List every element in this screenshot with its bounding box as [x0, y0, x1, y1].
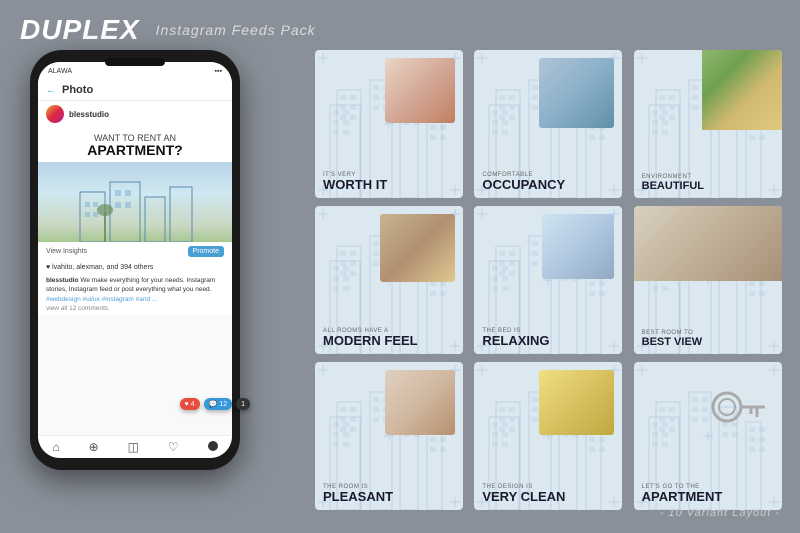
- post-photo-8: [539, 370, 614, 435]
- post-photo-9: [707, 377, 767, 437]
- post-photo-7: [385, 370, 455, 435]
- post-card-3[interactable]: ENVIRONMENTBEAUTIFUL: [634, 50, 782, 198]
- phone-mockup: ALAWA ▪▪▪ ← Photo blesstudio WANT TO REN…: [30, 50, 260, 490]
- post-card-6[interactable]: BEST ROOM TOBEST VIEW: [634, 206, 782, 354]
- building-image: [38, 162, 232, 242]
- search-icon[interactable]: ⊕: [89, 440, 99, 454]
- likes-text: ♥ lvahito, alexman, and 394 others: [46, 264, 153, 271]
- notif-other-count: 1: [241, 401, 245, 408]
- post-photo-2: [539, 58, 614, 128]
- view-comments-text[interactable]: view all 12 comments: [46, 305, 108, 312]
- post-label-big-9: APARTMENT: [642, 490, 774, 504]
- post-label-big-7: PLEASANT: [323, 490, 455, 504]
- post-text-5: THE BED ISRELAXING: [474, 322, 622, 354]
- post-card-7[interactable]: THE ROOM ISPLEASANT: [315, 362, 463, 510]
- post-photo-3: [702, 50, 782, 130]
- hashtags-text: #webdesign #ui/ux #instagram #and ...: [46, 296, 157, 303]
- back-arrow-icon[interactable]: ←: [46, 85, 56, 96]
- avatar: [46, 105, 64, 123]
- notif-comments: 💬12: [204, 398, 233, 410]
- likes-area: ♥ lvahito, alexman, and 394 others: [38, 261, 232, 274]
- header: DUPLEX Instagram Feeds Pack: [20, 14, 316, 46]
- post-label-big-2: OCCUPANCY: [482, 178, 614, 192]
- post-photo-5: [542, 214, 614, 279]
- building-svg: [75, 172, 195, 242]
- promote-button[interactable]: Promote: [188, 246, 224, 257]
- status-text: ALAWA: [48, 68, 72, 75]
- post-text-4: ALL ROOMS HAVE AMODERN FEEL: [315, 322, 463, 354]
- post-text-1: IT'S VERYWORTH IT: [315, 166, 463, 198]
- posts-grid: IT'S VERYWORTH IT COMFORTABLEOCCUPANCY ENV…: [315, 50, 785, 510]
- brand-title: DUPLEX: [20, 14, 140, 46]
- notif-likes-count: 4: [191, 401, 195, 408]
- post-header: blesstudio: [38, 101, 232, 127]
- post-text-6: BEST ROOM TOBEST VIEW: [634, 324, 782, 354]
- post-card-1[interactable]: IT'S VERYWORTH IT: [315, 50, 463, 198]
- post-text-2: COMFORTABLEOCCUPANCY: [474, 166, 622, 198]
- post-label-big-8: VERY CLEAN: [482, 490, 614, 504]
- post-card-9[interactable]: LET'S GO TO THEAPARTMENT: [634, 362, 782, 510]
- post-photo-4: [380, 214, 455, 282]
- camera-icon[interactable]: ◫: [128, 440, 139, 454]
- post-text-7: THE ROOM ISPLEASANT: [315, 478, 463, 510]
- home-icon[interactable]: ⌂: [52, 440, 59, 454]
- app-header: ← Photo: [38, 80, 232, 101]
- post-text-8: THE DESIGN ISVERY CLEAN: [474, 478, 622, 510]
- profile-icon[interactable]: [208, 441, 218, 451]
- notif-comments-count: 12: [219, 401, 227, 408]
- post-label-big-3: BEAUTIFUL: [642, 180, 774, 192]
- post-card-8[interactable]: THE DESIGN ISVERY CLEAN: [474, 362, 622, 510]
- post-card-5[interactable]: THE BED ISRELAXING: [474, 206, 622, 354]
- status-icons: ▪▪▪: [215, 68, 222, 75]
- phone-notch: [105, 58, 165, 66]
- notification-bubbles: ♥4 💬12 1: [180, 398, 250, 410]
- notif-other: 1: [236, 398, 250, 410]
- bottom-nav: ⌂ ⊕ ◫ ♡: [38, 435, 232, 458]
- brand-subtitle: Instagram Feeds Pack: [156, 22, 316, 38]
- post-card-2[interactable]: COMFORTABLEOCCUPANCY: [474, 50, 622, 198]
- post-text-3: ENVIRONMENTBEAUTIFUL: [634, 168, 782, 198]
- post-card-4[interactable]: ALL ROOMS HAVE AMODERN FEEL: [315, 206, 463, 354]
- post-label-big-1: WORTH IT: [323, 178, 455, 192]
- post-photo-1: [385, 58, 455, 123]
- post-label-big-4: MODERN FEEL: [323, 334, 455, 348]
- footer-text: - 10 Variant Layout -: [660, 507, 780, 519]
- app-header-title: Photo: [62, 84, 93, 96]
- action-bar: View Insights Promote: [38, 242, 232, 261]
- post-username: blesstudio: [69, 110, 109, 119]
- post-photo-6: [634, 206, 782, 281]
- caption-area: blesstudio We make everything for your n…: [38, 274, 232, 314]
- post-text-9: LET'S GO TO THEAPARTMENT: [634, 478, 782, 510]
- notif-likes: ♥4: [180, 398, 200, 410]
- heart-icon[interactable]: ♡: [168, 440, 179, 454]
- post-label-big-6: BEST VIEW: [642, 336, 774, 348]
- view-insights-text[interactable]: View Insights: [46, 248, 87, 255]
- post-label-big-5: RELAXING: [482, 334, 614, 348]
- post-main-title: APARTMENT?: [48, 143, 222, 158]
- post-title-area: WANT TO RENT AN APARTMENT?: [38, 127, 232, 162]
- caption-username: blesstudio: [46, 277, 79, 284]
